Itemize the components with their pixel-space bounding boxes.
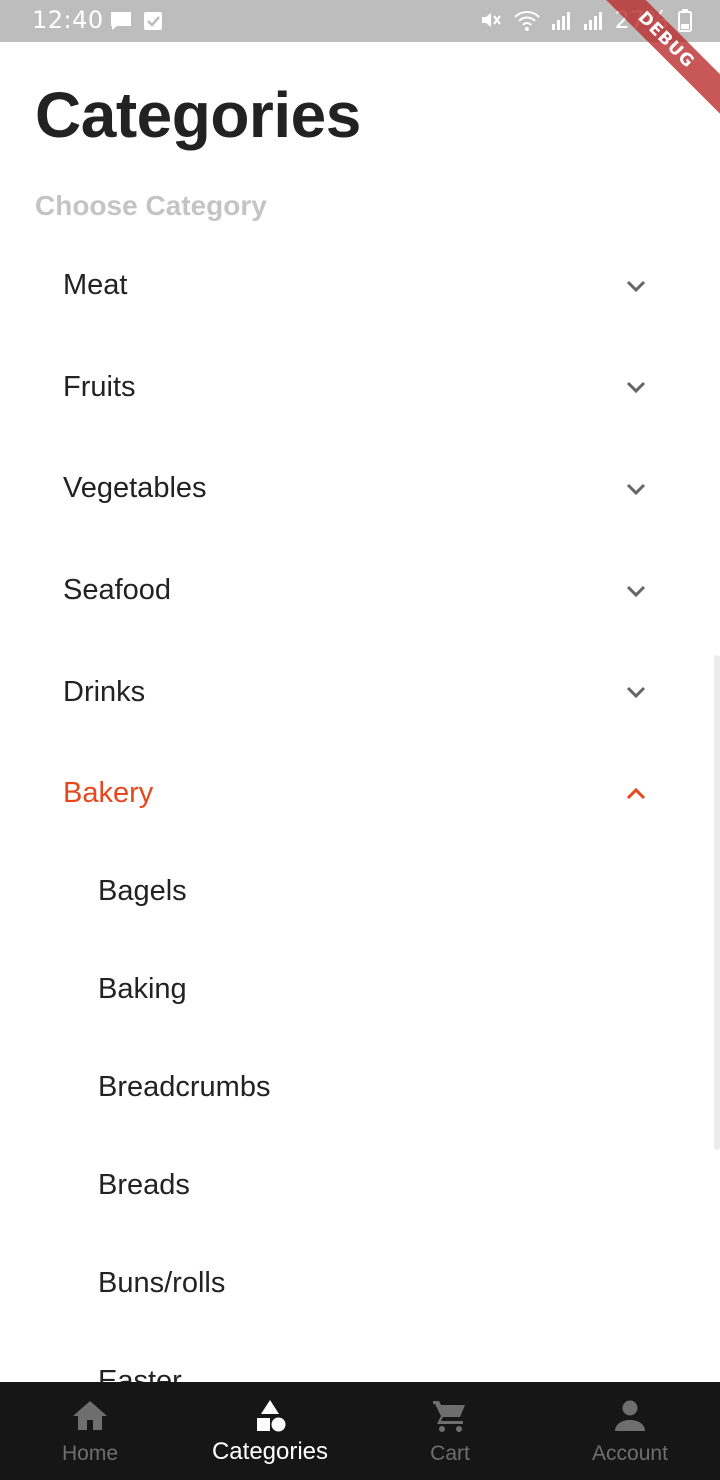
subcategory-label: Breads <box>98 1168 190 1201</box>
subcategory-item-baking[interactable]: Baking <box>0 940 720 1038</box>
cart-icon <box>433 1401 465 1432</box>
chevron-down-icon <box>626 382 646 394</box>
status-time: 12:40 <box>32 6 104 34</box>
category-item-vegetables[interactable]: Vegetables <box>0 438 720 540</box>
category-item-meat[interactable]: Meat <box>0 235 720 337</box>
subcategory-label: Baking <box>98 972 187 1005</box>
nav-label-cart: Cart <box>430 1442 470 1465</box>
categories-icon <box>257 1400 286 1432</box>
nav-item-account[interactable]: Account <box>540 1382 720 1480</box>
chevron-down-icon <box>626 585 646 597</box>
category-label: Vegetables <box>63 472 207 505</box>
chevron-up-icon <box>626 787 646 799</box>
subcategory-item-buns-rolls[interactable]: Buns/rolls <box>0 1234 720 1332</box>
signal-icon <box>551 12 570 30</box>
bakery-subcategory-list: Bagels Baking Breadcrumbs Breads Buns/ro… <box>0 842 720 1430</box>
category-item-bakery[interactable]: Bakery <box>0 743 720 845</box>
status-bar: 12:40 27% <box>0 0 720 42</box>
nav-item-categories[interactable]: Categories <box>180 1382 360 1480</box>
message-icon <box>111 12 131 30</box>
category-label: Bakery <box>63 777 154 810</box>
subcategory-label: Breadcrumbs <box>98 1070 271 1103</box>
wifi-icon <box>513 11 540 31</box>
account-icon <box>615 1400 645 1431</box>
category-label: Seafood <box>63 574 172 607</box>
check-icon <box>144 12 162 30</box>
nav-label-home: Home <box>61 1442 119 1465</box>
mute-icon <box>481 13 501 27</box>
chevron-down-icon <box>626 280 646 292</box>
page-title: Categories <box>35 79 361 151</box>
subcategory-item-bagels[interactable]: Bagels <box>0 842 720 940</box>
category-item-drinks[interactable]: Drinks <box>0 641 720 743</box>
category-list: Meat Fruits Vegetables Seafood Drinks Ba… <box>0 235 720 845</box>
nav-item-home[interactable]: Home <box>0 1382 180 1480</box>
home-icon <box>73 1401 107 1430</box>
battery-icon <box>678 9 692 32</box>
subcategory-item-breads[interactable]: Breads <box>0 1136 720 1234</box>
choose-category-label: Choose Category <box>35 190 267 221</box>
signal-icon <box>583 12 602 30</box>
subcategory-label: Buns/rolls <box>98 1266 226 1299</box>
battery-percent: 27% <box>614 6 668 34</box>
nav-label-account: Account <box>592 1442 668 1465</box>
status-right-group: 27% <box>479 6 692 34</box>
bottom-navigation: Home Categories Cart Account <box>0 1382 720 1480</box>
nav-item-cart[interactable]: Cart <box>360 1382 540 1480</box>
scrollbar[interactable] <box>714 655 720 1150</box>
chevron-down-icon <box>626 687 646 699</box>
nav-label-categories: Categories <box>211 1438 329 1465</box>
category-item-seafood[interactable]: Seafood <box>0 540 720 642</box>
chevron-down-icon <box>626 483 646 496</box>
category-label: Fruits <box>63 370 136 403</box>
subcategory-label: Bagels <box>98 874 187 907</box>
category-item-fruits[interactable]: Fruits <box>0 337 720 439</box>
category-label: Meat <box>63 269 128 302</box>
category-label: Drinks <box>63 675 146 708</box>
subcategory-item-breadcrumbs[interactable]: Breadcrumbs <box>0 1038 720 1136</box>
